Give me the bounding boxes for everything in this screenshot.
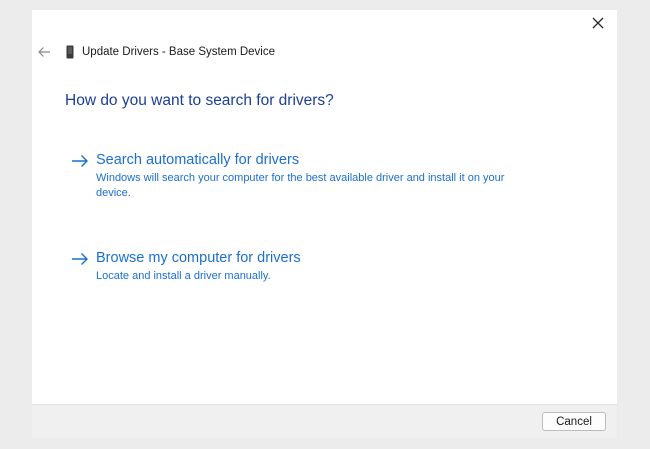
option-title[interactable]: Search automatically for drivers [96,151,506,169]
title-bar: Update Drivers - Base System Device [32,42,275,62]
close-icon [592,17,604,29]
close-button[interactable] [585,11,611,35]
right-arrow-icon [70,152,90,170]
window-title: Update Drivers - Base System Device [82,46,276,58]
right-arrow-icon [70,250,90,268]
device-icon [65,45,74,59]
option-title[interactable]: Browse my computer for drivers [96,249,506,267]
page-heading: How do you want to search for drivers? [65,92,334,109]
dialog-footer: Cancel [32,404,617,438]
option-description: Locate and install a driver manually. [96,270,271,282]
option-description: Windows will search your computer for th… [96,172,505,199]
search-automatically-option[interactable]: Search automatically for drivers Windows… [70,151,506,201]
back-button[interactable] [34,43,54,61]
browse-computer-option[interactable]: Browse my computer for drivers Locate an… [70,249,506,284]
back-arrow-icon [38,47,50,57]
update-drivers-dialog: Update Drivers - Base System Device How … [32,10,617,438]
cancel-button[interactable]: Cancel [542,412,606,431]
